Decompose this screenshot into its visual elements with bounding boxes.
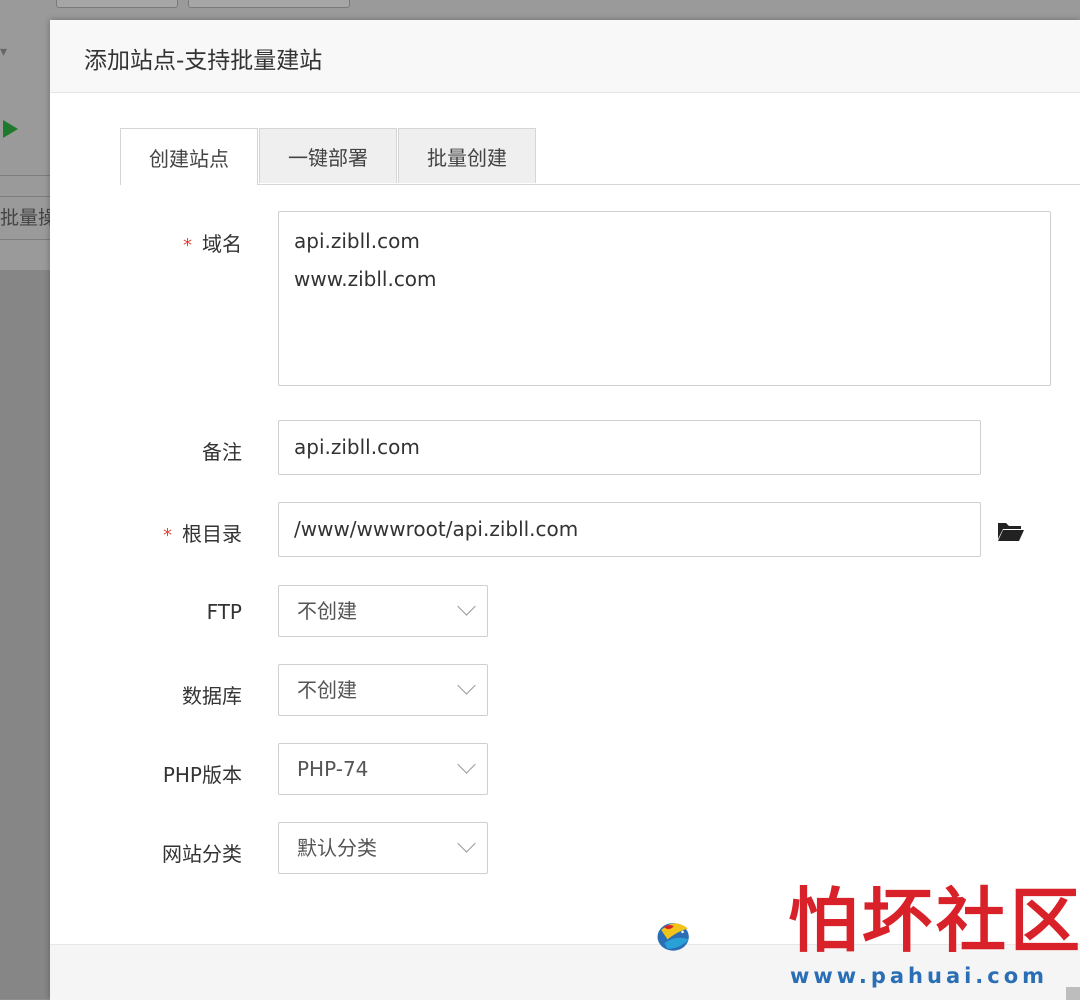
scrollbar[interactable] xyxy=(1066,987,1080,1000)
tab-bar: 创建站点 一键部署 批量创建 xyxy=(120,128,1080,185)
domain-line: api.zibll.com xyxy=(294,229,420,253)
database-label: 数据库 xyxy=(182,684,242,708)
root-dir-input[interactable]: /www/wwwroot/api.zibll.com xyxy=(278,502,981,557)
remark-label: 备注 xyxy=(202,440,242,464)
php-version-label: PHP版本 xyxy=(162,763,242,787)
add-site-dialog: 添加站点-支持批量建站 创建站点 一键部署 批量创建 * 域名 api.zibll… xyxy=(50,20,1080,1000)
required-mark: * xyxy=(183,235,192,256)
tab-one-click-deploy[interactable]: 一键部署 xyxy=(259,128,397,183)
watermark-url: www.pahuai.com xyxy=(790,964,1049,988)
watermark-name: 怕坏社区 xyxy=(788,879,1080,962)
folder-open-icon[interactable] xyxy=(997,520,1025,542)
background-button xyxy=(188,0,350,8)
domain-textarea[interactable]: api.zibll.com www.zibll.com xyxy=(278,211,1051,386)
dialog-header: 添加站点-支持批量建站 xyxy=(50,20,1080,93)
chevron-down-icon xyxy=(457,834,476,853)
chevron-down-icon: ▾ xyxy=(0,44,8,60)
ftp-select[interactable]: 不创建 xyxy=(278,585,488,637)
site-category-select[interactable]: 默认分类 xyxy=(278,822,488,874)
required-mark: * xyxy=(163,525,172,546)
watermark-logo-icon xyxy=(657,923,689,951)
dialog-title: 添加站点-支持批量建站 xyxy=(84,48,323,74)
root-dir-label: * 根目录 xyxy=(163,522,242,546)
divider xyxy=(0,175,50,176)
site-category-label: 网站分类 xyxy=(162,842,242,866)
domain-label: * 域名 xyxy=(183,232,242,256)
tab-batch-create[interactable]: 批量创建 xyxy=(398,128,536,183)
tab-create-site[interactable]: 创建站点 xyxy=(120,128,258,185)
ftp-label: FTP xyxy=(206,600,242,624)
chevron-down-icon xyxy=(457,676,476,695)
php-version-select[interactable]: PHP-74 xyxy=(278,743,488,795)
background-batch-button: 批量操作 xyxy=(0,196,51,240)
remark-input[interactable]: api.zibll.com xyxy=(278,420,981,475)
background-lower xyxy=(0,270,50,999)
chevron-down-icon xyxy=(457,755,476,774)
play-icon xyxy=(3,120,18,138)
chevron-down-icon xyxy=(457,597,476,616)
database-select[interactable]: 不创建 xyxy=(278,664,488,716)
domain-line: www.zibll.com xyxy=(294,267,437,291)
background-button xyxy=(56,0,178,8)
